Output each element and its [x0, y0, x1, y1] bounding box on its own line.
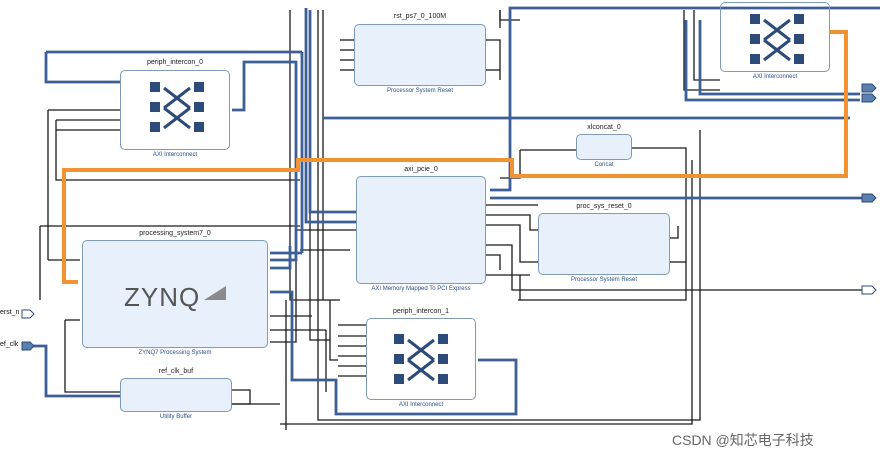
block-axi-pcie[interactable] — [356, 176, 486, 284]
block-periph-intercon-1-desc: AXI Interconnect — [398, 402, 444, 408]
block-rst-ps7-name: rst_ps7_0_100M — [393, 13, 447, 20]
block-periph-intercon-1[interactable] — [366, 318, 476, 400]
block-processing-system-desc: ZYNQ7 Processing System — [138, 350, 212, 356]
block-ref-clk-buf[interactable] — [120, 378, 232, 412]
block-xlconcat-name: xlconcat_0 — [587, 124, 621, 131]
block-periph-intercon-1-name: periph_intercon_1 — [392, 308, 450, 315]
zynq-logo: ZYNQ — [124, 282, 201, 312]
block-periph-intercon-0[interactable] — [120, 70, 230, 150]
block-proc-sys-reset[interactable] — [538, 213, 670, 275]
block-rst-ps7-desc: Processor System Reset — [386, 88, 454, 94]
block-proc-sys-reset-name: proc_sys_reset_0 — [576, 203, 632, 210]
block-periph-intercon-0-desc: AXI Interconnect — [152, 152, 198, 158]
block-periph-intercon-0-name: periph_intercon_0 — [146, 59, 204, 66]
zynq-logo-arrow-icon — [204, 286, 226, 300]
block-ref-clk-buf-name: ref_clk_buf — [158, 368, 194, 375]
block-xlconcat[interactable] — [576, 134, 632, 160]
port-rst-n-label[interactable]: erst_n — [0, 309, 19, 316]
block-axi-pcie-desc: AXI Memory Mapped To PCI Express — [371, 286, 471, 292]
block-axi-interconnect-top[interactable] — [720, 2, 830, 72]
watermark: CSDN @知芯电子科技 — [672, 432, 814, 448]
block-xlconcat-desc: Concat — [594, 162, 614, 168]
block-rst-ps7[interactable] — [354, 24, 486, 86]
block-ref-clk-buf-desc: Utility Buffer — [159, 414, 193, 420]
block-axi-pcie-name: axi_pcie_0 — [404, 166, 438, 173]
block-proc-sys-reset-desc: Processor System Reset — [570, 277, 638, 283]
block-axi-interconnect-top-desc: AXI Interconnect — [752, 74, 798, 80]
port-ref-clk-label[interactable]: ef_clk — [0, 341, 18, 348]
block-processing-system-name: processing_system7_0 — [139, 230, 211, 237]
